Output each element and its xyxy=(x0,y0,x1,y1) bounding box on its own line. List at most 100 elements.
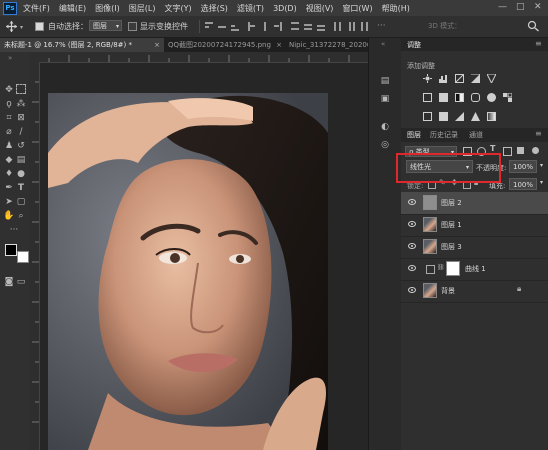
auto-select-checkbox[interactable] xyxy=(35,22,44,31)
close-icon[interactable]: × xyxy=(154,38,160,52)
eye-icon[interactable] xyxy=(408,243,416,249)
maximize-button[interactable]: □ xyxy=(516,2,525,12)
info-icon[interactable]: ◎ xyxy=(379,139,391,151)
more-align-icon[interactable]: ··· xyxy=(377,21,386,31)
minimize-button[interactable]: — xyxy=(498,2,507,12)
chevron-down-icon[interactable]: ▾ xyxy=(540,162,543,169)
canvas-area[interactable] xyxy=(40,63,368,450)
tab-qq-screenshot[interactable]: QQ截图20200724172945.png × xyxy=(164,38,286,52)
gradient-icon[interactable]: ▤ xyxy=(15,154,27,166)
menu-help[interactable]: 帮助(H) xyxy=(382,3,410,14)
layer-name[interactable]: 背景 xyxy=(441,286,455,296)
eye-icon[interactable] xyxy=(408,199,416,205)
dodge-icon[interactable]: ● xyxy=(15,168,27,180)
opacity-input[interactable]: 100% xyxy=(509,160,537,173)
brightness-icon[interactable] xyxy=(423,74,432,83)
tab-untitled-1[interactable]: 未标题-1 @ 16.7% (图层 2, RGB/8#) * × xyxy=(0,38,164,52)
distribute-bottom-icon[interactable] xyxy=(317,22,325,31)
quick-mask-icon[interactable]: ◙ xyxy=(3,276,15,288)
eye-icon[interactable] xyxy=(408,221,416,227)
selective-color-icon[interactable] xyxy=(471,112,480,121)
align-top-icon[interactable] xyxy=(205,22,213,31)
marquee-icon[interactable] xyxy=(16,84,26,94)
filter-type-icon[interactable]: T xyxy=(490,144,495,153)
filter-toggle-icon[interactable] xyxy=(532,147,539,154)
layer-name[interactable]: 图层 3 xyxy=(441,242,462,252)
invert-icon[interactable] xyxy=(423,112,432,121)
filter-shape-icon[interactable] xyxy=(503,147,512,156)
chain-link-icon[interactable]: ⛓ xyxy=(437,264,445,271)
menu-type[interactable]: 文字(Y) xyxy=(164,3,191,14)
black-white-icon[interactable] xyxy=(455,93,464,102)
close-window-button[interactable]: ✕ xyxy=(534,2,542,12)
eye-icon[interactable] xyxy=(408,287,416,293)
more-icon[interactable]: ··· xyxy=(8,224,20,236)
history-icon[interactable]: ▤ xyxy=(379,75,391,87)
distribute-left-icon[interactable] xyxy=(334,22,342,31)
menu-window[interactable]: 窗口(W) xyxy=(342,3,372,14)
auto-select-dropdown[interactable]: 图层 ▾ xyxy=(89,20,122,31)
threshold-icon[interactable] xyxy=(455,112,464,121)
tab-channels[interactable]: 通道 xyxy=(469,129,483,141)
lasso-icon[interactable]: ϙ xyxy=(3,98,15,110)
layer-row[interactable]: 图层 2 xyxy=(401,192,548,215)
chevron-down-icon[interactable]: ▾ xyxy=(540,179,543,186)
blur-icon[interactable]: ♦ xyxy=(3,168,15,180)
tab-adjustments[interactable]: 调整 xyxy=(407,39,421,51)
align-vcenter-icon[interactable] xyxy=(218,22,226,31)
photo-filter-icon[interactable] xyxy=(471,93,480,102)
menu-edit[interactable]: 编辑(E) xyxy=(59,3,86,14)
align-right-icon[interactable] xyxy=(274,22,282,31)
eraser-icon[interactable]: ◆ xyxy=(3,154,15,166)
curves-icon[interactable] xyxy=(455,74,464,83)
brush-icon[interactable]: ∕ xyxy=(15,126,27,138)
search-icon[interactable] xyxy=(527,20,540,32)
path-select-icon[interactable]: ➤ xyxy=(3,196,15,208)
stamp-icon[interactable]: ♟ xyxy=(3,140,15,152)
frame-icon[interactable]: ⊠ xyxy=(15,112,27,124)
properties-icon[interactable]: ▣ xyxy=(379,93,391,105)
align-bottom-icon[interactable] xyxy=(231,22,239,31)
brush-settings-icon[interactable]: ◐ xyxy=(379,121,391,133)
layer-row[interactable]: 图层 3 xyxy=(401,236,548,259)
type-icon[interactable]: T xyxy=(15,182,27,194)
crop-icon[interactable]: ⌗ xyxy=(3,112,15,124)
eyedropper-icon[interactable]: ⌀ xyxy=(3,126,15,138)
menu-file[interactable]: 文件(F) xyxy=(23,3,50,14)
foreground-color-swatch[interactable] xyxy=(5,244,17,256)
eye-icon[interactable] xyxy=(408,265,416,271)
collapse-toolbar-icon[interactable]: » xyxy=(8,54,12,62)
distribute-hcenter-icon[interactable] xyxy=(347,22,355,31)
distribute-right-icon[interactable] xyxy=(360,22,368,31)
layer-name[interactable]: 图层 2 xyxy=(441,198,462,208)
layer-name[interactable]: 图层 1 xyxy=(441,220,462,230)
layer-name[interactable]: 曲线 1 xyxy=(465,264,486,274)
gradient-map-icon[interactable] xyxy=(487,112,496,121)
close-icon[interactable]: × xyxy=(276,38,282,52)
panel-menu-icon[interactable]: ≡ xyxy=(535,129,542,138)
menu-layer[interactable]: 图层(L) xyxy=(129,3,156,14)
levels-icon[interactable] xyxy=(439,74,448,83)
posterize-icon[interactable] xyxy=(439,112,448,121)
distribute-vcenter-icon[interactable] xyxy=(304,22,312,31)
menu-3d[interactable]: 3D(D) xyxy=(273,4,297,13)
move-icon[interactable] xyxy=(6,21,17,32)
screen-mode-icon[interactable]: ▭ xyxy=(15,276,27,288)
menu-select[interactable]: 选择(S) xyxy=(201,3,228,14)
panel-menu-icon[interactable]: ≡ xyxy=(535,39,542,48)
exposure-icon[interactable] xyxy=(471,73,481,83)
pen-icon[interactable]: ✒ xyxy=(3,182,15,194)
rectangle-icon[interactable]: ▢ xyxy=(15,196,27,208)
filter-smart-object-icon[interactable] xyxy=(517,147,524,154)
tab-history[interactable]: 历史记录 xyxy=(430,129,458,141)
color-lookup-icon[interactable] xyxy=(503,92,513,102)
fill-input[interactable]: 100% xyxy=(509,178,537,190)
hue-saturation-icon[interactable] xyxy=(423,93,432,102)
tool-preset-arrow[interactable]: ▾ xyxy=(20,24,23,31)
align-left-icon[interactable] xyxy=(248,22,256,31)
menu-image[interactable]: 图像(I) xyxy=(95,3,120,14)
zoom-icon[interactable]: ⌕ xyxy=(15,210,27,222)
channel-mixer-icon[interactable] xyxy=(487,93,496,102)
vibrance-icon[interactable] xyxy=(486,73,497,85)
collapse-dock-icon[interactable]: « xyxy=(381,40,385,48)
